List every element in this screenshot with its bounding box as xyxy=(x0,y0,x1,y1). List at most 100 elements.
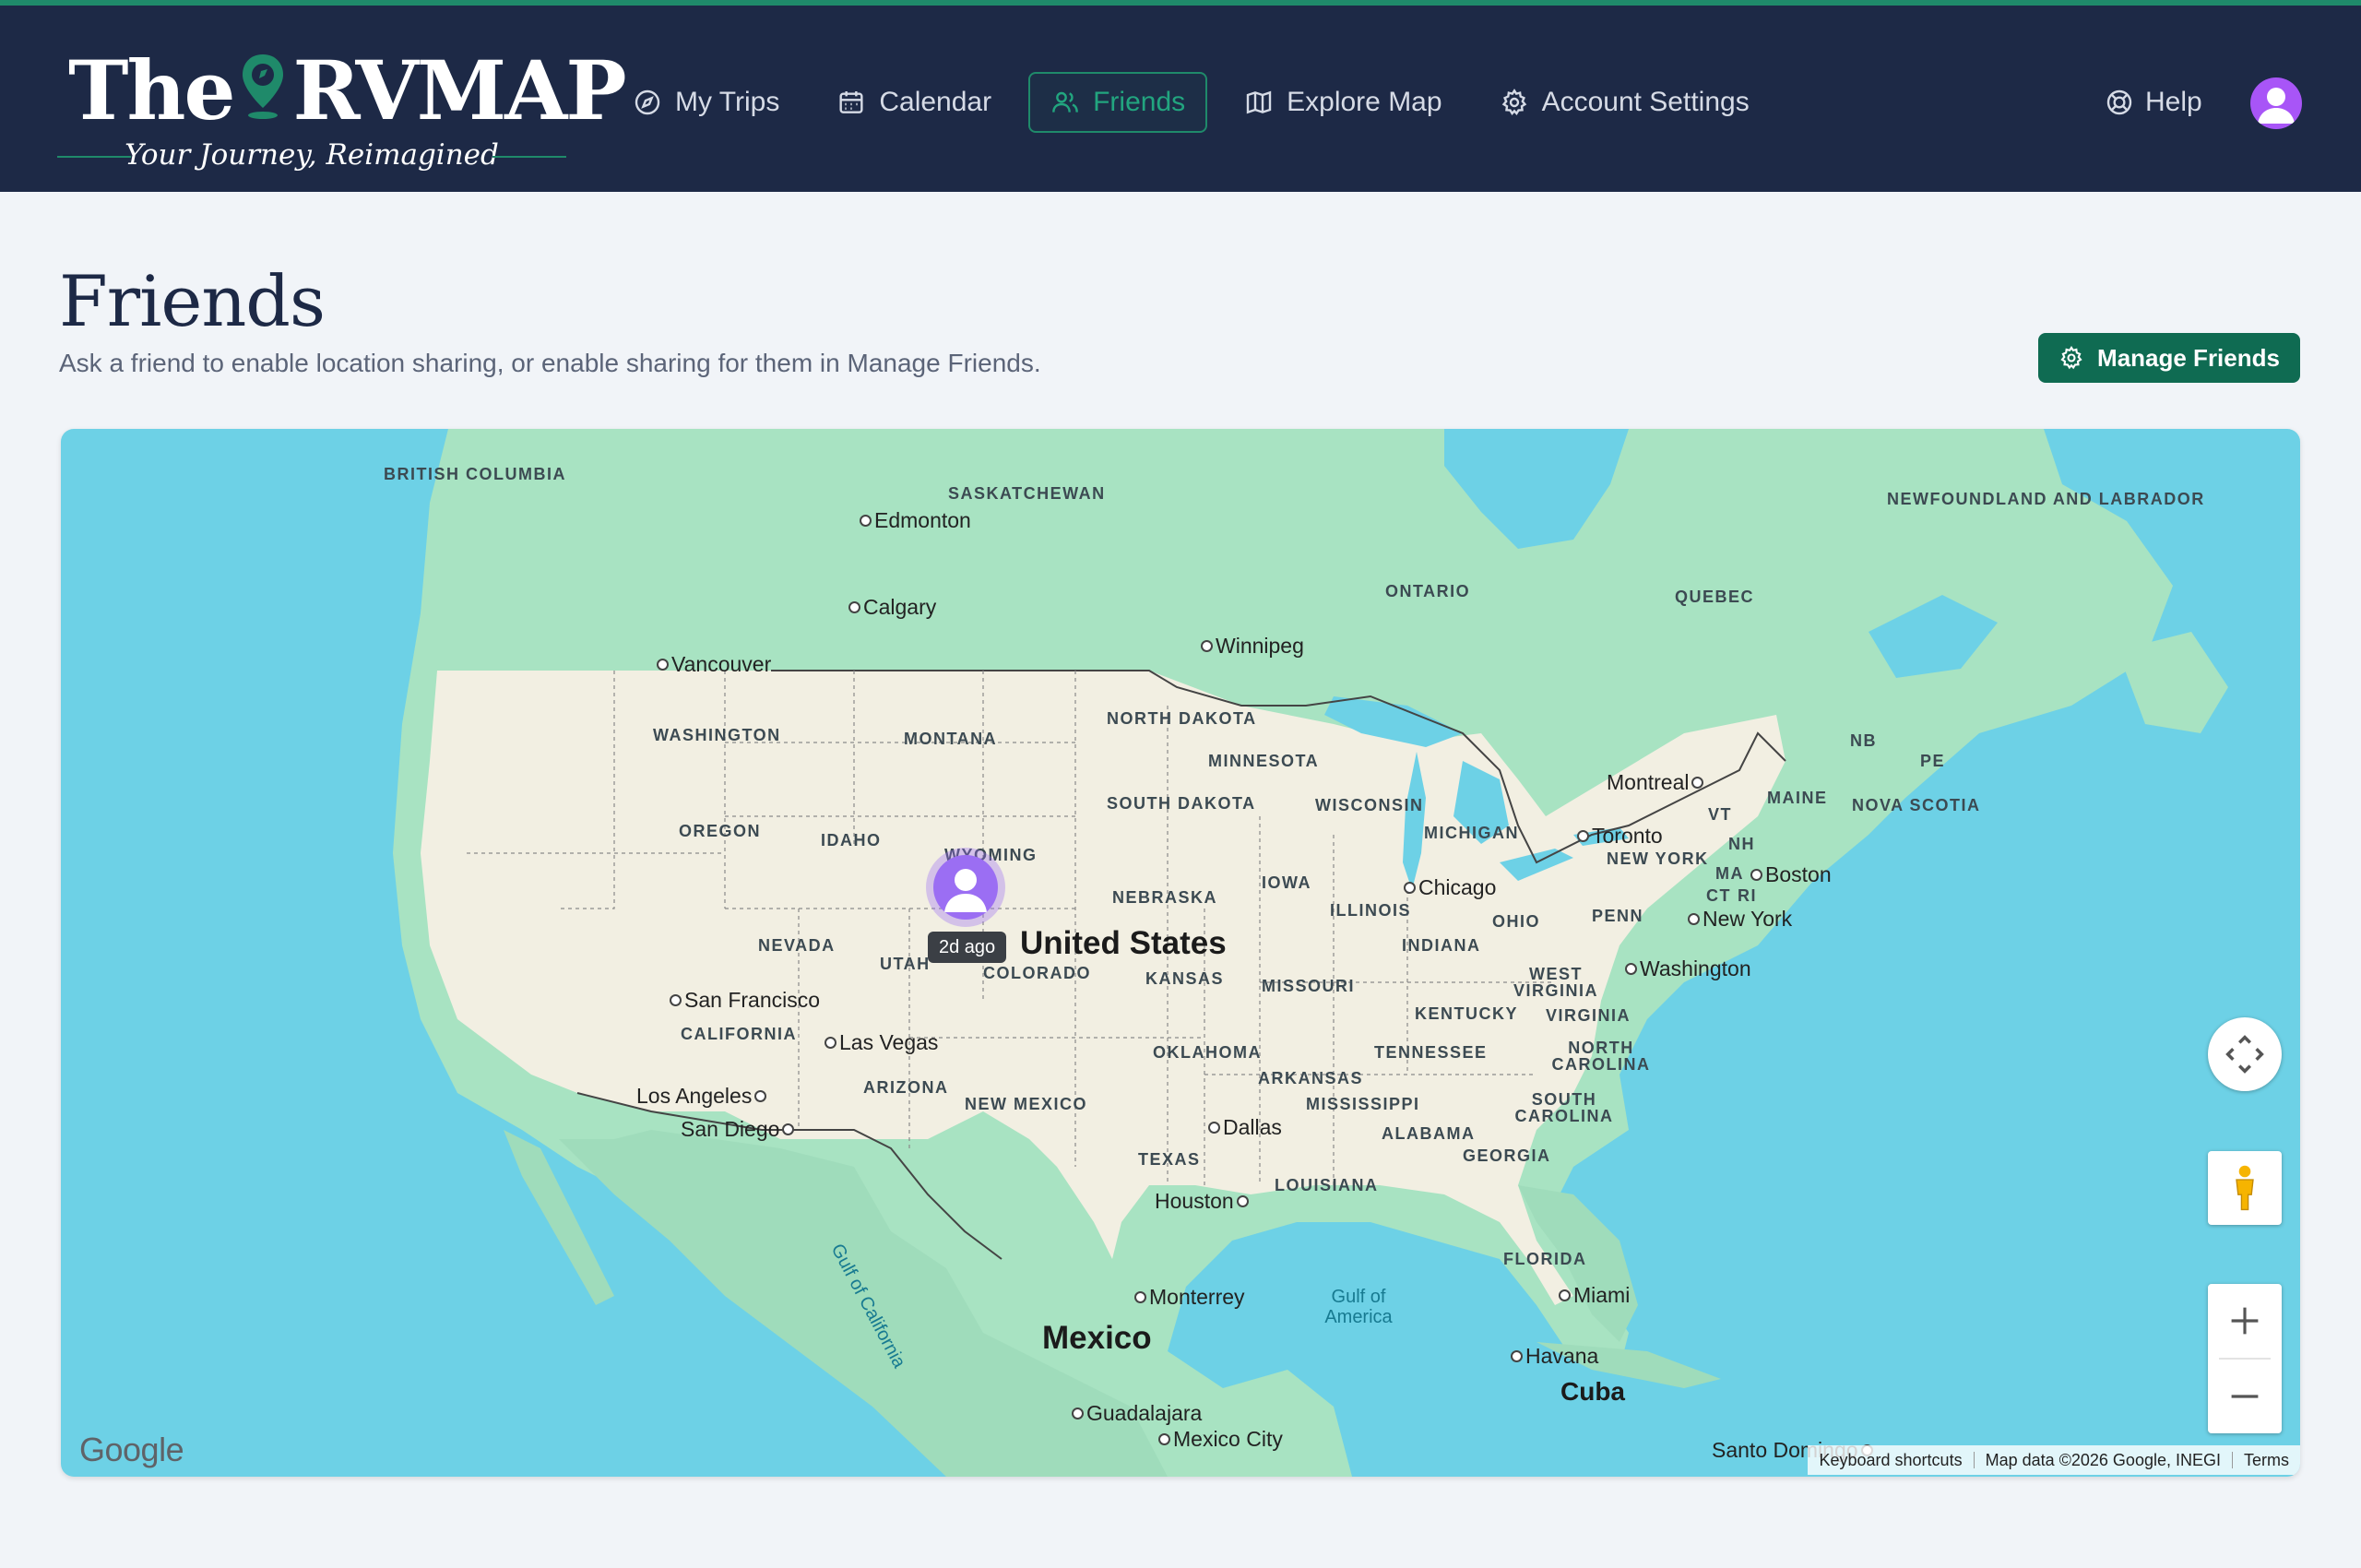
region-label: GEORGIA xyxy=(1463,1146,1551,1165)
region-label: OREGON xyxy=(679,822,762,840)
region-label: PE xyxy=(1920,752,1946,770)
region-label: FLORIDA xyxy=(1503,1250,1587,1268)
region-label: ONTARIO xyxy=(1385,582,1471,600)
nav-account-settings[interactable]: Account Settings xyxy=(1479,72,1770,133)
keyboard-shortcuts-link[interactable]: Keyboard shortcuts xyxy=(1808,1451,1973,1470)
street-view-pegman[interactable] xyxy=(2208,1151,2282,1225)
friend-location-marker[interactable] xyxy=(933,855,998,920)
region-label: SASKATCHEWAN xyxy=(948,484,1106,503)
region-label: KANSAS xyxy=(1145,969,1225,988)
page-subtitle: Ask a friend to enable location sharing,… xyxy=(59,349,1041,377)
nav-my-trips[interactable]: My Trips xyxy=(612,72,800,133)
nav-label: Friends xyxy=(1093,87,1186,117)
plus-icon xyxy=(2231,1307,2259,1335)
newfoundland-land xyxy=(2118,632,2228,733)
region-label: PENN xyxy=(1592,907,1644,925)
region-label: NORTH DAKOTA xyxy=(1107,709,1257,728)
region-label: LOUISIANA xyxy=(1275,1176,1379,1194)
city-label: Calgary xyxy=(848,595,936,620)
region-label: OKLAHOMA xyxy=(1153,1043,1262,1062)
tagline-divider-right xyxy=(492,156,566,158)
region-label: INDIANA xyxy=(1402,936,1481,955)
city-label: San Diego xyxy=(681,1117,794,1142)
minus-icon xyxy=(2231,1395,2259,1398)
city-label: Montreal xyxy=(1607,770,1703,795)
city-label: Las Vegas xyxy=(825,1030,938,1055)
nav-friends[interactable]: Friends xyxy=(1028,72,1208,133)
brand-logo[interactable]: The RVMAP Your Journey, Reimagined xyxy=(57,41,627,179)
manage-friends-button[interactable]: Manage Friends xyxy=(2038,333,2300,383)
map-data-credit: Map data ©2026 Google, INEGI xyxy=(1985,1450,2221,1469)
region-label: VT xyxy=(1708,805,1733,824)
region-label: COLORADO xyxy=(983,964,1091,982)
region-label: NOVA SCOTIA xyxy=(1852,796,1981,814)
brand-title-right: RVMAP xyxy=(292,42,626,138)
map-icon xyxy=(1246,90,1272,114)
region-label: WEST VIRGINIA xyxy=(1513,965,1598,1000)
region-label: WASHINGTON xyxy=(653,726,781,744)
region-label: MISSISSIPPI xyxy=(1306,1095,1420,1113)
user-icon xyxy=(944,869,987,912)
friends-map[interactable]: BRITISH COLUMBIA SASKATCHEWAN ONTARIO QU… xyxy=(61,429,2300,1477)
city-label: Toronto xyxy=(1577,824,1663,849)
city-label: Guadalajara xyxy=(1072,1401,1202,1426)
region-label: CT xyxy=(1706,886,1731,905)
region-label: NH xyxy=(1728,835,1755,853)
region-label: MINNESOTA xyxy=(1208,752,1320,770)
nav-label: Account Settings xyxy=(1541,87,1750,117)
city-label: Monterrey xyxy=(1134,1285,1245,1310)
country-label: Mexico xyxy=(1042,1320,1152,1356)
city-label: Boston xyxy=(1750,862,1832,887)
nav-explore-map[interactable]: Explore Map xyxy=(1224,72,1462,133)
main-nav: My Trips Calendar Friends Explore Map Ac… xyxy=(612,72,1770,133)
region-label: WISCONSIN xyxy=(1315,796,1424,814)
top-navigation-bar: The RVMAP Your Journey, Reimagined My Tr… xyxy=(0,0,2361,192)
region-label: TENNESSEE xyxy=(1374,1043,1488,1062)
city-label: Havana xyxy=(1511,1344,1598,1369)
region-label: MISSOURI xyxy=(1262,977,1356,995)
location-pin-icon xyxy=(243,54,284,119)
country-label: United States xyxy=(1020,925,1227,961)
user-avatar[interactable] xyxy=(2250,77,2302,129)
region-label: NB xyxy=(1850,731,1877,750)
region-label: KENTUCKY xyxy=(1415,1004,1519,1023)
zoom-out-button[interactable] xyxy=(2208,1360,2282,1433)
manage-friends-label: Manage Friends xyxy=(2097,343,2280,372)
region-label: NEW MEXICO xyxy=(965,1095,1088,1113)
country-label: Cuba xyxy=(1560,1377,1625,1406)
calendar-icon xyxy=(839,91,863,113)
pegman-icon xyxy=(2236,1165,2254,1211)
zoom-in-button[interactable] xyxy=(2208,1284,2282,1358)
nav-label: My Trips xyxy=(675,87,780,117)
city-label: San Francisco xyxy=(670,988,820,1013)
map-camera-control[interactable] xyxy=(2208,1017,2282,1091)
region-label: NEWFOUNDLAND AND LABRADOR xyxy=(1887,490,2205,508)
city-label: Los Angeles xyxy=(636,1084,766,1109)
region-label: RI xyxy=(1738,886,1757,905)
city-label: Washington xyxy=(1625,956,1751,981)
brand-title: The RVMAP xyxy=(68,42,627,138)
city-label: Miami xyxy=(1559,1283,1630,1308)
region-label: TEXAS xyxy=(1138,1150,1201,1169)
brand-tagline: Your Journey, Reimagined xyxy=(125,138,499,172)
region-label: MONTANA xyxy=(904,730,998,748)
region-label: MA xyxy=(1715,864,1744,883)
region-label: SOUTH DAKOTA xyxy=(1107,794,1256,813)
terms-link[interactable]: Terms xyxy=(2233,1451,2300,1470)
help-link[interactable]: Help xyxy=(2086,72,2221,133)
city-label: Winnipeg xyxy=(1201,634,1304,659)
city-label: Edmonton xyxy=(860,508,971,533)
move-arrows-icon xyxy=(2225,1035,2264,1074)
nav-calendar[interactable]: Calendar xyxy=(816,72,1012,133)
region-label: VIRGINIA xyxy=(1546,1006,1631,1025)
region-label: ARIZONA xyxy=(863,1078,949,1097)
city-label: Vancouver xyxy=(657,652,771,677)
brand-title-left: The xyxy=(68,42,235,138)
google-logo[interactable]: Google xyxy=(79,1431,184,1469)
region-label: NEW YORK xyxy=(1607,849,1709,868)
city-label: Chicago xyxy=(1404,875,1496,900)
region-label: OHIO xyxy=(1492,912,1541,931)
region-label: NORTH CAROLINA xyxy=(1551,1039,1651,1074)
gear-icon xyxy=(2060,345,2082,370)
city-label: Mexico City xyxy=(1158,1427,1283,1452)
